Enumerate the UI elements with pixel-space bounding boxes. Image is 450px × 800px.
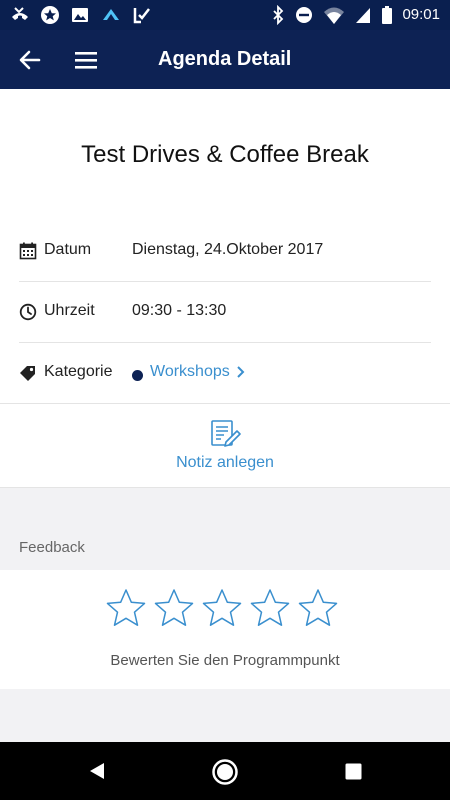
- star-circle-icon: [41, 6, 59, 24]
- category-link[interactable]: Workshops: [150, 363, 246, 381]
- divider: [0, 487, 450, 488]
- star-1-icon[interactable]: [106, 588, 146, 628]
- system-nav-bar: [0, 742, 450, 800]
- status-notifications: [10, 5, 152, 25]
- star-3-icon[interactable]: [202, 588, 242, 628]
- hamburger-menu-icon[interactable]: [74, 48, 98, 72]
- category-label: Kategorie: [44, 363, 113, 380]
- checklist-icon: [133, 8, 150, 24]
- star-5-icon[interactable]: [298, 588, 338, 628]
- rating-stars: [106, 588, 338, 628]
- feedback-header: Feedback: [19, 539, 85, 556]
- detail-row-category: Kategorie Workshops: [0, 343, 450, 403]
- star-2-icon[interactable]: [154, 588, 194, 628]
- back-arrow-icon[interactable]: [17, 47, 43, 73]
- time-value: 09:30 - 13:30: [132, 302, 227, 319]
- rating-card: Bewerten Sie den Programmpunkt: [0, 570, 450, 689]
- calendar-icon: [19, 242, 37, 260]
- date-value: Dienstag, 24.Oktober 2017: [132, 241, 324, 258]
- missed-call-icon: [12, 7, 28, 20]
- category-color-dot: [132, 370, 143, 381]
- battery-icon: [382, 6, 393, 24]
- rating-label: Bewerten Sie den Programmpunkt: [110, 652, 340, 669]
- feedback-section: Feedback Bewerten Sie den Programmpunkt: [0, 487, 450, 742]
- detail-row-time: Uhrzeit 09:30 - 13:30: [0, 282, 450, 342]
- agenda-detail-content: Test Drives & Coffee Break Datum Diensta…: [0, 89, 450, 742]
- tag-icon: [20, 366, 35, 381]
- category-value: Workshops: [150, 363, 230, 380]
- clock-icon: [19, 303, 37, 321]
- app-bar: Agenda Detail: [0, 30, 450, 89]
- detail-row-date: Datum Dienstag, 24.Oktober 2017: [0, 221, 450, 281]
- back-triangle-icon[interactable]: [87, 761, 107, 781]
- dnd-icon: [296, 7, 313, 23]
- time-label: Uhrzeit: [44, 302, 95, 319]
- note-edit-icon: [211, 420, 241, 447]
- home-circle-icon[interactable]: [211, 758, 239, 786]
- bluetooth-icon: [273, 5, 284, 25]
- add-note-button[interactable]: Notiz anlegen: [0, 404, 450, 487]
- page-title: Agenda Detail: [158, 48, 292, 70]
- add-note-label: Notiz anlegen: [176, 454, 274, 471]
- status-system-icons: 09:01: [271, 5, 440, 25]
- wifi-icon: [324, 7, 345, 24]
- star-4-icon[interactable]: [250, 588, 290, 628]
- cloud-upload-icon: [103, 9, 119, 20]
- status-time: 09:01: [402, 6, 440, 23]
- date-label: Datum: [44, 241, 92, 258]
- chevron-right-icon: [237, 366, 245, 378]
- status-bar: 09:01: [0, 0, 450, 30]
- event-title: Test Drives & Coffee Break: [81, 141, 369, 168]
- image-icon: [72, 8, 88, 22]
- recents-square-icon[interactable]: [345, 763, 362, 780]
- signal-icon: [356, 8, 371, 23]
